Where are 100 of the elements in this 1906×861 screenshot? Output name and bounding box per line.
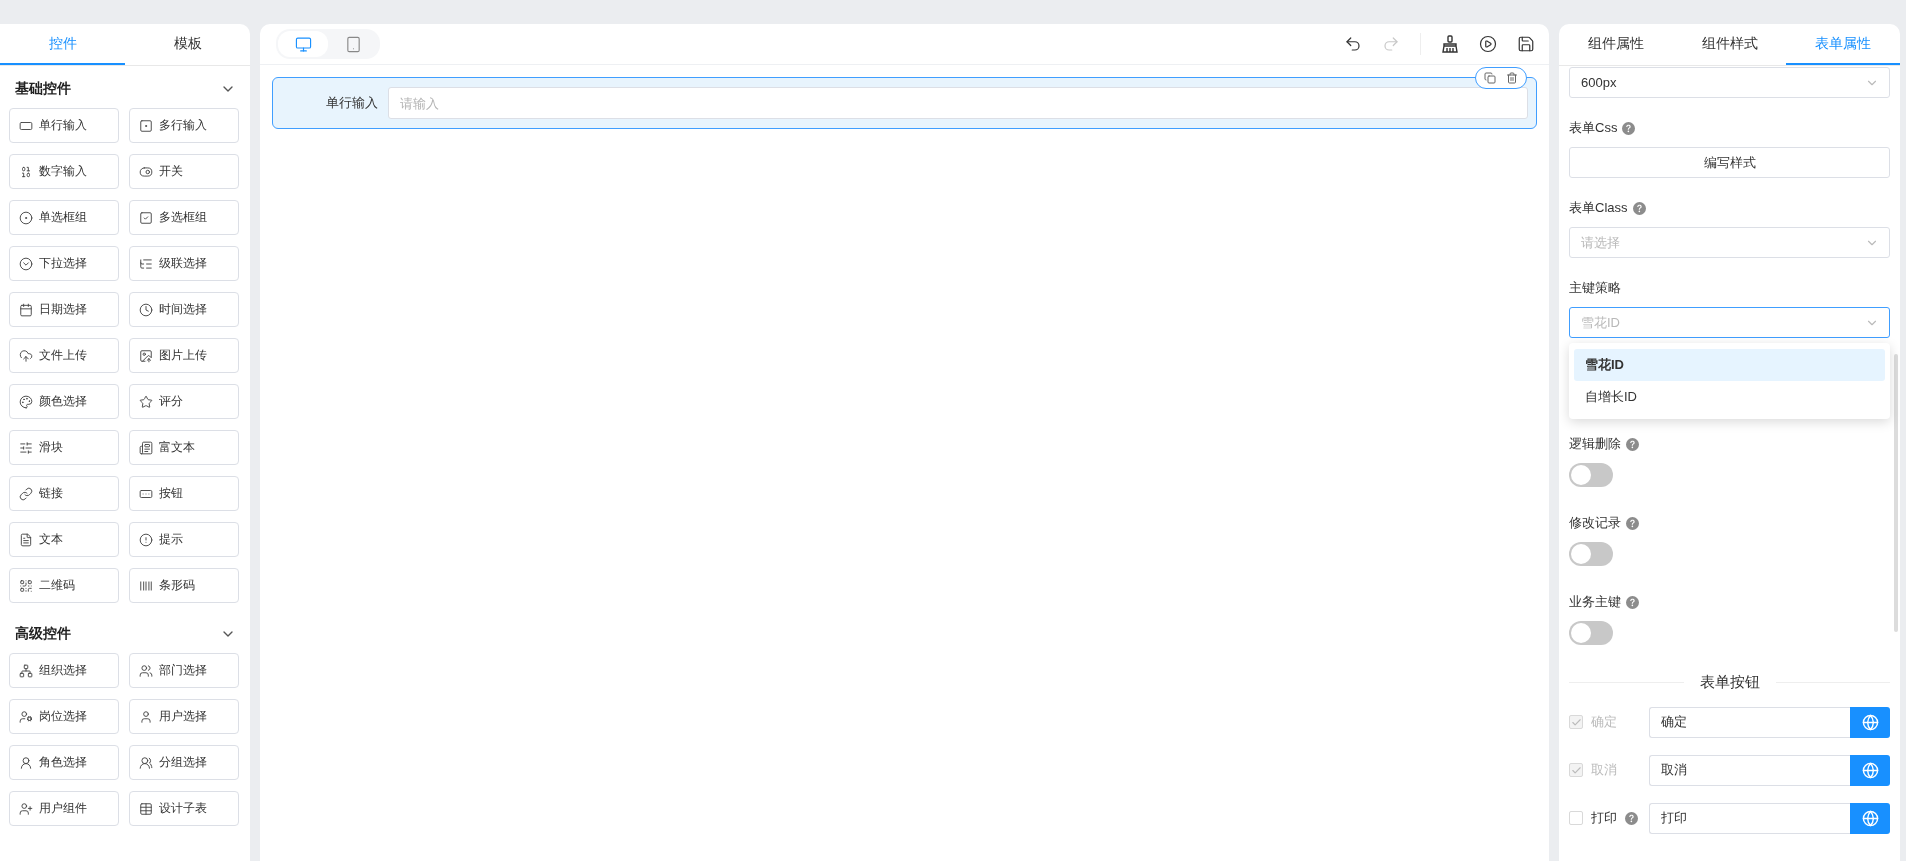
widget-item[interactable]: 滑块 [9, 430, 119, 465]
widget-label: 分组选择 [159, 754, 207, 771]
widget-item[interactable]: 单行输入 [9, 108, 119, 143]
widget-label: 条形码 [159, 577, 195, 594]
widget-item[interactable]: 分组选择 [129, 745, 239, 780]
group-title: 基础控件 [15, 80, 71, 98]
widget-label: 二维码 [39, 577, 75, 594]
widget-item[interactable]: 多行输入 [129, 108, 239, 143]
dropdown-option[interactable]: 自增长ID [1574, 381, 1885, 413]
check-icon [1570, 716, 1582, 728]
widget-item[interactable]: 日期选择 [9, 292, 119, 327]
edit-style-button[interactable]: 编写样式 [1569, 147, 1890, 178]
dropdown-option[interactable]: 雪花ID [1574, 349, 1885, 381]
checkbox-label: 取消 [1591, 761, 1617, 779]
widget-item[interactable]: 文本 [9, 522, 119, 557]
widget-label: 开关 [159, 163, 183, 180]
calendar-icon [19, 302, 33, 317]
checkbox[interactable] [1569, 811, 1583, 825]
checkbox-label: 打印 [1591, 809, 1617, 827]
form-label: 单行输入 [325, 94, 378, 112]
toggle-switch[interactable] [1569, 463, 1613, 487]
widget-item[interactable]: 单选框组 [9, 200, 119, 235]
widget-item[interactable]: 用户选择 [129, 699, 239, 734]
play-icon [1479, 35, 1497, 53]
toggle-switch[interactable] [1569, 542, 1613, 566]
widget-item[interactable]: 颜色选择 [9, 384, 119, 419]
widget-item[interactable]: 文件上传 [9, 338, 119, 373]
document-icon [19, 532, 33, 547]
save-button[interactable] [1517, 35, 1535, 53]
widget-item[interactable]: 部门选择 [129, 653, 239, 688]
qr-code-icon [19, 578, 33, 593]
widget-label: 图片上传 [159, 347, 207, 364]
widget-label: 时间选择 [159, 301, 207, 318]
broom-icon [1441, 35, 1459, 53]
widget-item[interactable]: 时间选择 [129, 292, 239, 327]
widget-item[interactable]: 提示 [129, 522, 239, 557]
users-icon [139, 663, 153, 678]
widget-item[interactable]: 链接 [9, 476, 119, 511]
clock-icon [139, 302, 153, 317]
star-icon [139, 394, 153, 409]
widget-label: 组织选择 [39, 662, 87, 679]
widget-item[interactable]: 图片上传 [129, 338, 239, 373]
table-icon [139, 801, 153, 816]
widget-item[interactable]: 数字输入 [9, 154, 119, 189]
hierarchy-icon [19, 663, 33, 678]
tablet-icon [344, 35, 362, 53]
select-field[interactable]: 600px [1569, 67, 1890, 98]
widget-item[interactable]: 用户组件 [9, 791, 119, 826]
panel-tab[interactable]: 模板 [125, 24, 250, 65]
panel-tab[interactable]: 组件属性 [1559, 24, 1673, 65]
undo-button[interactable] [1344, 35, 1362, 53]
widget-label: 评分 [159, 393, 183, 410]
widget-item[interactable]: 组织选择 [9, 653, 119, 688]
translate-button[interactable] [1850, 754, 1890, 786]
widget-item[interactable]: 评分 [129, 384, 239, 419]
widget-label: 用户选择 [159, 708, 207, 725]
user-icon [139, 709, 153, 724]
widget-label: 日期选择 [39, 301, 87, 318]
field-label: 业务主键 [1569, 593, 1621, 611]
placeholder-text: 请选择 [1581, 233, 1620, 252]
widget-item[interactable]: 下拉选择 [9, 246, 119, 281]
widget-item[interactable]: 按钮 [129, 476, 239, 511]
button-text-input[interactable]: 打印 [1649, 802, 1850, 834]
widget-label: 文件上传 [39, 347, 87, 364]
translate-button[interactable] [1850, 802, 1890, 834]
checkbox-label: 确定 [1591, 713, 1617, 731]
field-label: 表单Class [1569, 199, 1628, 217]
widget-item[interactable]: 级联选择 [129, 246, 239, 281]
widget-item[interactable]: 岗位选择 [9, 699, 119, 734]
device-button[interactable] [278, 31, 328, 57]
widget-item[interactable]: 富文本 [129, 430, 239, 465]
widget-label: 数字输入 [39, 163, 87, 180]
field-label: 主键策略 [1569, 279, 1621, 297]
widget-item[interactable]: 多选框组 [129, 200, 239, 235]
toggle-switch[interactable] [1569, 621, 1613, 645]
delete-button[interactable] [1506, 72, 1518, 84]
undo-icon [1344, 35, 1362, 53]
widget-item[interactable]: 设计子表 [129, 791, 239, 826]
checkbox-icon [139, 210, 153, 225]
text-input[interactable]: 请输入 [388, 87, 1528, 119]
check-icon [1570, 764, 1582, 776]
widget-label: 角色选择 [39, 754, 87, 771]
form-item[interactable]: 单行输入 请输入 [272, 77, 1537, 129]
copy-button[interactable] [1484, 72, 1496, 84]
globe-icon [1861, 809, 1879, 827]
widget-item[interactable]: 开关 [129, 154, 239, 189]
widget-item[interactable]: 二维码 [9, 568, 119, 603]
user-gear-icon [19, 709, 33, 724]
widget-item[interactable]: 条形码 [129, 568, 239, 603]
widget-label: 下拉选择 [39, 255, 87, 272]
widget-item[interactable]: 角色选择 [9, 745, 119, 780]
clear-button[interactable] [1441, 35, 1459, 53]
globe-icon [1861, 713, 1879, 731]
newspaper-icon [139, 440, 153, 455]
preview-button[interactable] [1479, 35, 1497, 53]
panel-tab[interactable]: 组件样式 [1672, 24, 1787, 65]
widget-label: 单行输入 [39, 117, 87, 134]
toggle-icon [139, 164, 153, 179]
palette-icon [19, 394, 33, 409]
translate-button[interactable] [1850, 706, 1890, 738]
